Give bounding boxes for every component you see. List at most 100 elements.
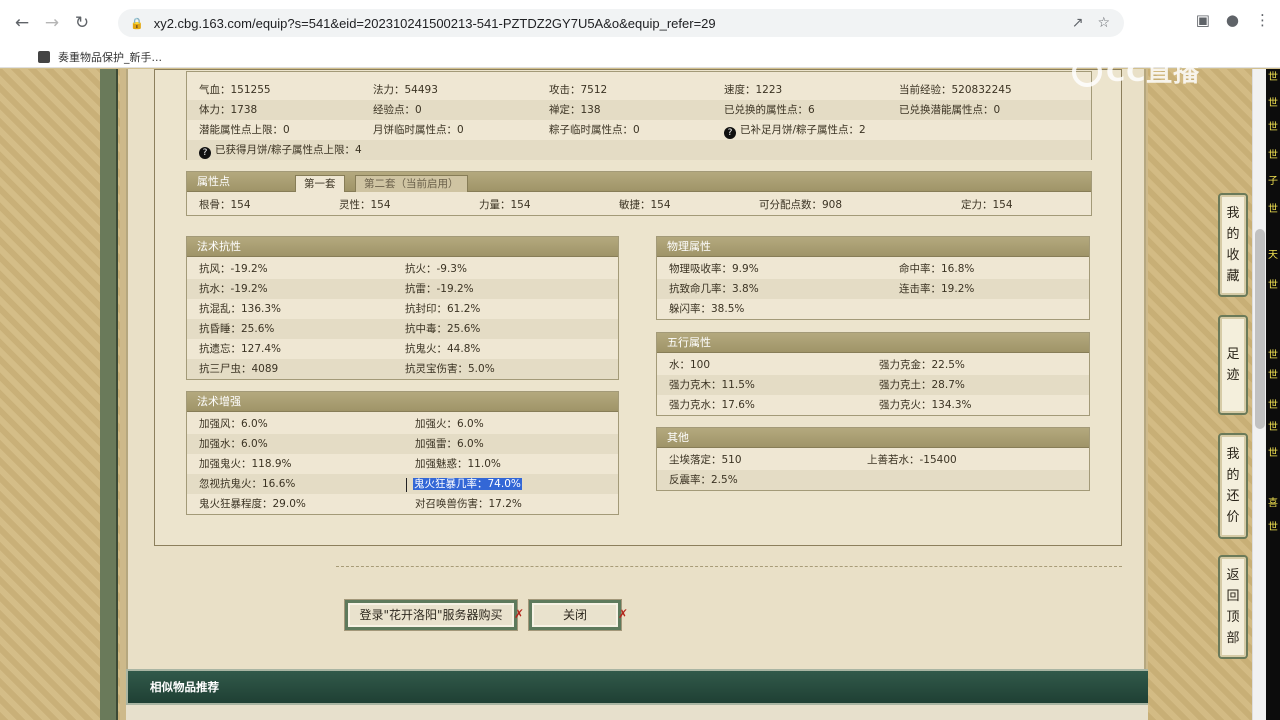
tab-set-1[interactable]: 第一套 bbox=[295, 175, 345, 192]
stat-meditation: 禅定：138 bbox=[549, 104, 601, 116]
base-stats-box: 气血：151255 法力：54493 攻击：7512 速度：1223 当前经验：… bbox=[186, 71, 1092, 160]
stat-exp: 当前经验：520832245 bbox=[899, 84, 1012, 96]
attr-allocatable: 可分配点数：908 bbox=[759, 199, 843, 211]
stat-zongzi-temp: 粽子临时属性点：0 bbox=[549, 124, 640, 136]
stat-filled: ? 已补足月饼/粽子属性点：2 bbox=[724, 120, 866, 140]
side-tab-char: 我 bbox=[1226, 206, 1240, 221]
side-tab-char: 收 bbox=[1226, 248, 1240, 263]
ticker-item: 世 bbox=[1268, 204, 1278, 215]
table-cell: 抗中毒：25.6% bbox=[405, 323, 481, 335]
divider bbox=[336, 566, 1122, 567]
sidepanel-icon[interactable]: ▣ bbox=[1196, 11, 1210, 29]
others-box: 其他 尘埃落定：510 上善若水：-15400 反震率：2.5% bbox=[656, 427, 1090, 491]
side-tab-char: 藏 bbox=[1226, 269, 1240, 284]
table-row: 强力克木：11.5% 强力克土：28.7% bbox=[657, 375, 1089, 395]
table-row: 抗昏睡：25.6% 抗中毒：25.6% bbox=[187, 319, 618, 339]
ticker-item: 子 bbox=[1268, 176, 1278, 187]
table-row: 水：100 强力克金：22.5% bbox=[657, 355, 1089, 375]
magic-resist-header: 法术抗性 bbox=[187, 237, 618, 257]
table-cell: 加强鬼火：118.9% bbox=[199, 458, 292, 470]
stat-attack: 攻击：7512 bbox=[549, 84, 608, 96]
help-icon[interactable]: ? bbox=[724, 127, 736, 139]
attr-agility: 敏捷：154 bbox=[619, 199, 671, 211]
side-tab-char: 我 bbox=[1226, 447, 1240, 462]
table-cell: 强力克火：134.3% bbox=[879, 399, 972, 411]
back-icon[interactable]: ← bbox=[10, 11, 34, 35]
table-row: 加强水：6.0% 加强雷：6.0% bbox=[187, 434, 618, 454]
table-cell: 抗火：-9.3% bbox=[405, 263, 467, 275]
table-row: 尘埃落定：510 上善若水：-15400 bbox=[657, 450, 1089, 470]
reload-icon[interactable]: ↻ bbox=[70, 11, 94, 35]
close-x-icon: ✗ bbox=[618, 607, 629, 621]
close-x-icon: ✗ bbox=[514, 607, 525, 621]
scrollbar[interactable] bbox=[1252, 69, 1266, 720]
stat-stamina: 体力：1738 bbox=[199, 104, 258, 116]
side-ticker: 世 世 世 世 子 世 天 世 世 世 世 世 世 喜 世 bbox=[1266, 69, 1280, 720]
stat-speed: 速度：1223 bbox=[724, 84, 783, 96]
left-rail bbox=[100, 69, 118, 720]
stats-row: ? 已获得月饼/粽子属性点上限：4 bbox=[187, 140, 1091, 160]
forward-icon[interactable]: → bbox=[40, 11, 64, 35]
ticker-item: 世 bbox=[1268, 280, 1278, 291]
menu-icon[interactable]: ⋮ bbox=[1255, 11, 1270, 29]
table-row: 强力克水：17.6% 强力克火：134.3% bbox=[657, 395, 1089, 415]
tab-set-2[interactable]: 第二套（当前启用） bbox=[355, 175, 468, 192]
address-bar[interactable]: 🔒 xy2.cbg.163.com/equip?s=541&eid=202310… bbox=[118, 9, 1124, 37]
attr-points-box: 属性点 第一套 第二套（当前启用） 根骨：154 灵性：154 力量：154 敏… bbox=[186, 171, 1092, 216]
close-label: 关闭 bbox=[562, 608, 587, 622]
table-cell: 物理吸收率：9.9% bbox=[669, 263, 759, 275]
stat-mooncake-temp: 月饼临时属性点：0 bbox=[373, 124, 464, 136]
watermark-logo-icon bbox=[1072, 57, 1102, 87]
table-row: 鬼火狂暴程度：29.0% 对召唤兽伤害：17.2% bbox=[187, 494, 618, 514]
ticker-item: 世 bbox=[1268, 522, 1278, 533]
table-row: 反震率：2.5% bbox=[657, 470, 1089, 490]
attr-points-title: 属性点 bbox=[197, 175, 230, 188]
table-row: 加强鬼火：118.9% 加强魅惑：11.0% bbox=[187, 454, 618, 474]
table-cell: 对召唤兽伤害：17.2% bbox=[415, 498, 522, 510]
side-tab-favorites[interactable]: 我 的 收 藏 bbox=[1218, 193, 1248, 297]
table-cell: 加强水：6.0% bbox=[199, 438, 268, 450]
similar-items-content bbox=[126, 705, 1150, 720]
attr-constitution: 根骨：154 bbox=[199, 199, 251, 211]
profile-icon[interactable]: ● bbox=[1226, 11, 1239, 29]
table-cell: 强力克金：22.5% bbox=[879, 359, 965, 371]
table-row: 忽视抗鬼火：16.6% 鬼火狂暴几率：74.0% bbox=[187, 474, 618, 494]
ticker-item: 世 bbox=[1268, 72, 1278, 83]
side-tab-char: 价 bbox=[1226, 510, 1240, 525]
login-buy-button[interactable]: 登录"花开洛阳"服务器购买 bbox=[344, 599, 518, 631]
selected-text: 鬼火狂暴几率：74.0% bbox=[413, 474, 522, 494]
close-button[interactable]: 关闭 bbox=[528, 599, 622, 631]
ticker-item: 世 bbox=[1268, 448, 1278, 459]
table-row: 抗风：-19.2% 抗火：-9.3% bbox=[187, 259, 618, 279]
highlighted-selection: 鬼火狂暴几率：74.0% bbox=[413, 478, 522, 490]
table-cell: 尘埃落定：510 bbox=[669, 454, 742, 466]
table-row: 物理吸收率：9.9% 命中率：16.8% bbox=[657, 259, 1089, 279]
ticker-item: 喜 bbox=[1268, 498, 1278, 509]
table-cell: 抗灵宝伤害：5.0% bbox=[405, 363, 495, 375]
side-tab-char: 返 bbox=[1226, 568, 1240, 583]
table-cell: 忽视抗鬼火：16.6% bbox=[199, 478, 296, 490]
table-cell: 加强火：6.0% bbox=[415, 418, 484, 430]
stat-exchanged-potential: 已兑换潜能属性点：0 bbox=[899, 104, 1001, 116]
table-cell: 强力克水：17.6% bbox=[669, 399, 755, 411]
side-tab-footprints[interactable]: 足 迹 bbox=[1218, 315, 1248, 415]
others-header: 其他 bbox=[657, 428, 1089, 448]
scrollbar-thumb[interactable] bbox=[1255, 229, 1265, 429]
table-cell: 抗风：-19.2% bbox=[199, 263, 268, 275]
star-icon[interactable]: ☆ bbox=[1097, 15, 1110, 31]
help-icon[interactable]: ? bbox=[199, 147, 211, 159]
table-cell: 反震率：2.5% bbox=[669, 474, 738, 486]
stats-row: 体力：1738 经验点：0 禅定：138 已兑换的属性点：6 已兑换潜能属性点：… bbox=[187, 100, 1091, 120]
table-cell: 抗致命几率：3.8% bbox=[669, 283, 759, 295]
table-cell: 加强雷：6.0% bbox=[415, 438, 484, 450]
side-tab-char: 顶 bbox=[1226, 610, 1240, 625]
table-cell: 躲闪率：38.5% bbox=[669, 303, 745, 315]
share-icon[interactable]: ↗ bbox=[1072, 15, 1084, 31]
bookmark-item[interactable]: 奏重物品保护_新手... bbox=[58, 49, 162, 65]
ticker-item: 天 bbox=[1268, 250, 1278, 261]
table-cell: 抗昏睡：25.6% bbox=[199, 323, 275, 335]
magic-boost-header: 法术增强 bbox=[187, 392, 618, 412]
stream-watermark: CC直播 bbox=[1072, 52, 1200, 89]
side-tab-back-to-top[interactable]: 返 回 顶 部 bbox=[1218, 555, 1248, 659]
side-tab-my-offers[interactable]: 我 的 还 价 bbox=[1218, 433, 1248, 539]
